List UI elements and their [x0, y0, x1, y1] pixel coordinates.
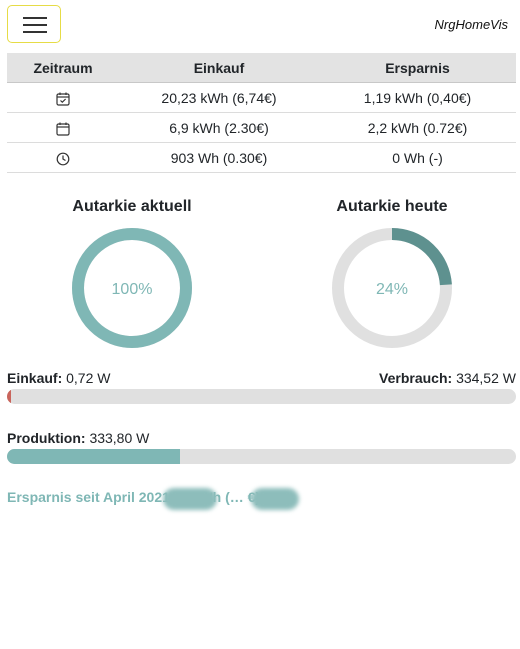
produktion-row: Produktion: 333,80 W: [7, 430, 516, 446]
menu-toggle-button[interactable]: [7, 5, 61, 43]
hamburger-icon-bar: [23, 31, 47, 33]
calendar-icon: [56, 122, 70, 136]
produktion-value: 333,80 W: [89, 430, 150, 446]
zeitraum-cell: [7, 112, 119, 143]
gauge-value: 100%: [112, 281, 153, 298]
produktion-label-key: Produktion:: [7, 430, 86, 446]
ersparnis-cell: 2,2 kWh (0.72€): [319, 112, 516, 143]
gauge-title: Autarkie heute: [336, 198, 448, 215]
app-title[interactable]: NrgHomeVis: [435, 17, 508, 32]
ersparnis-cell: 0 Wh (-): [319, 142, 516, 173]
einkauf-label-key: Einkauf:: [7, 370, 63, 386]
einkauf-progress-fill: [7, 389, 12, 404]
einkauf-value: 0,72 W: [66, 370, 111, 386]
verbrauch-value: 334,52 W: [456, 370, 516, 386]
gauge-autarkie-aktuell: Autarkie aktuell 100%: [32, 197, 232, 353]
einkauf-cell: 20,23 kWh (6,74€): [119, 82, 319, 113]
header-einkauf: Einkauf: [119, 53, 319, 83]
zeitraum-cell: [7, 82, 119, 113]
header-zeitraum: Zeitraum: [7, 53, 119, 83]
einkauf-cell: 903 Wh (0.30€): [119, 142, 319, 173]
einkauf-verbrauch-row: Einkauf: 0,72 W Verbrauch: 334,52 W: [7, 370, 516, 386]
hamburger-icon-bar: [23, 24, 47, 26]
gauge-value: 24%: [376, 281, 408, 298]
verbrauch-label: Verbrauch: 334,52 W: [379, 370, 516, 386]
gauge-ring: 100%: [72, 228, 192, 348]
table-header-row: Zeitraum Einkauf Ersparnis: [7, 53, 516, 83]
einkauf-label: Einkauf: 0,72 W: [7, 370, 110, 386]
top-navbar: NrgHomeVis: [0, 0, 520, 52]
ersparnis-cell: 1,19 kWh (0,40€): [319, 82, 516, 113]
calendar-check-icon: [56, 92, 70, 106]
produktion-progress-fill: [7, 449, 181, 464]
redaction-blur: [251, 488, 299, 510]
produktion-progress-bar: [7, 449, 516, 464]
table-row: 903 Wh (0.30€) 0 Wh (-): [7, 142, 516, 173]
gauge-autarkie-heute: Autarkie heute 24%: [292, 197, 492, 353]
savings-summary: Ersparnis seit April 2021 … kWh (… €): [7, 489, 261, 505]
clock-icon: [56, 152, 70, 166]
einkauf-cell: 6,9 kWh (2.30€): [119, 112, 319, 143]
hamburger-icon: [23, 17, 47, 19]
table-row: 20,23 kWh (6,74€) 1,19 kWh (0,40€): [7, 82, 516, 113]
einkauf-progress-bar: [7, 389, 516, 404]
gauge-ring: 24%: [332, 228, 452, 348]
redaction-blur: [163, 488, 217, 510]
table-row: 6,9 kWh (2.30€) 2,2 kWh (0.72€): [7, 112, 516, 143]
header-ersparnis: Ersparnis: [319, 53, 516, 83]
verbrauch-label-key: Verbrauch:: [379, 370, 453, 386]
gauge-title: Autarkie aktuell: [72, 198, 192, 215]
zeitraum-cell: [7, 142, 119, 173]
energy-stats-table: Zeitraum Einkauf Ersparnis 20,23 kWh (6,…: [7, 53, 516, 173]
